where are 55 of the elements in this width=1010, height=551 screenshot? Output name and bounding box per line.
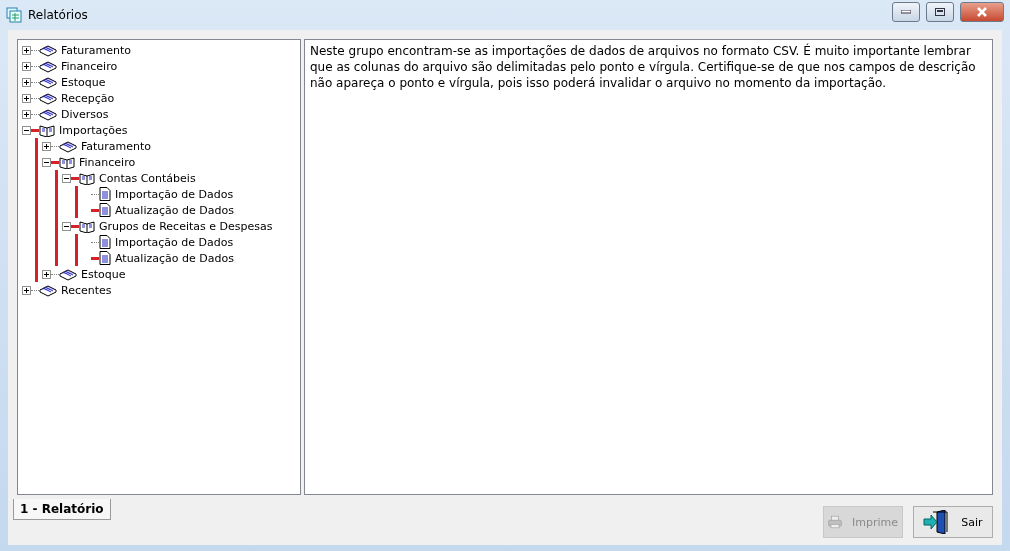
tree-item[interactable]: Financeiro	[61, 59, 118, 73]
collapse-toggle[interactable]	[42, 157, 51, 167]
open-book-icon	[79, 219, 95, 233]
collapse-toggle[interactable]	[62, 173, 71, 183]
book-stack-icon	[39, 75, 57, 89]
book-stack-icon	[39, 283, 57, 297]
collapse-toggle[interactable]	[62, 221, 71, 231]
tree-item[interactable]: Importação de Dados	[115, 235, 234, 249]
tab[interactable]: 1 - Relatório	[13, 499, 111, 520]
tree-item[interactable]: Recentes	[61, 283, 112, 297]
window-title: Relatórios	[28, 8, 89, 22]
document-icon	[99, 251, 111, 265]
open-book-icon	[59, 155, 75, 169]
tree-item[interactable]: Importação de Dados	[115, 187, 234, 201]
open-book-icon	[79, 171, 95, 185]
tree-item[interactable]: Faturamento	[61, 43, 132, 57]
document-icon	[99, 235, 111, 249]
window-icon	[6, 7, 22, 23]
expand-toggle[interactable]	[22, 285, 31, 295]
minimize-button[interactable]	[892, 2, 920, 22]
expand-toggle[interactable]	[22, 77, 31, 87]
book-stack-icon	[39, 91, 57, 105]
collapse-toggle[interactable]	[22, 125, 31, 135]
tree-item[interactable]: Contas Contábeis	[99, 171, 196, 185]
close-button[interactable]	[960, 2, 1004, 22]
book-stack-icon	[39, 43, 57, 57]
tree-item[interactable]: Financeiro	[79, 155, 136, 169]
description-text: Neste grupo encontram-se as importações de dados de arquivos no formato CSV. É muito importante lembrar que as colunas do arquivo são delimitadas pelo ponto e vírgula. Certifique-se de que nos campos de descrição não apareça o ponto e vírgula, pois isso poderá invalidar o arquivo no momento da importação.	[304, 39, 993, 495]
close-icon	[976, 7, 988, 17]
minimize-icon	[901, 10, 911, 14]
tree-item[interactable]: Atualização de Dados	[115, 203, 234, 217]
document-icon	[99, 187, 111, 201]
maximize-icon	[935, 8, 945, 16]
tree-item[interactable]: Atualização de Dados	[115, 251, 234, 265]
tree-item[interactable]: Faturamento	[81, 139, 152, 153]
document-icon	[99, 203, 111, 217]
tree-item[interactable]: Importações	[59, 123, 128, 137]
book-stack-icon	[39, 107, 57, 121]
open-book-icon	[39, 123, 55, 137]
expand-toggle[interactable]	[22, 93, 31, 103]
expand-toggle[interactable]	[42, 141, 51, 151]
expand-toggle[interactable]	[42, 269, 51, 279]
expand-toggle[interactable]	[22, 109, 31, 119]
expand-toggle[interactable]	[22, 61, 31, 71]
tree-item[interactable]: Grupos de Receitas e Despesas	[99, 219, 273, 233]
tree-item[interactable]: Estoque	[81, 267, 126, 281]
tree-item[interactable]: Recepção	[61, 91, 115, 105]
exit-button[interactable]: Sair	[913, 506, 993, 538]
book-stack-icon	[59, 267, 77, 281]
book-stack-icon	[59, 139, 77, 153]
tree-item[interactable]: Diversos	[61, 107, 109, 121]
tree-item[interactable]: Estoque	[61, 75, 106, 89]
expand-toggle[interactable]	[22, 45, 31, 55]
book-stack-icon	[39, 59, 57, 73]
maximize-button[interactable]	[926, 2, 954, 22]
